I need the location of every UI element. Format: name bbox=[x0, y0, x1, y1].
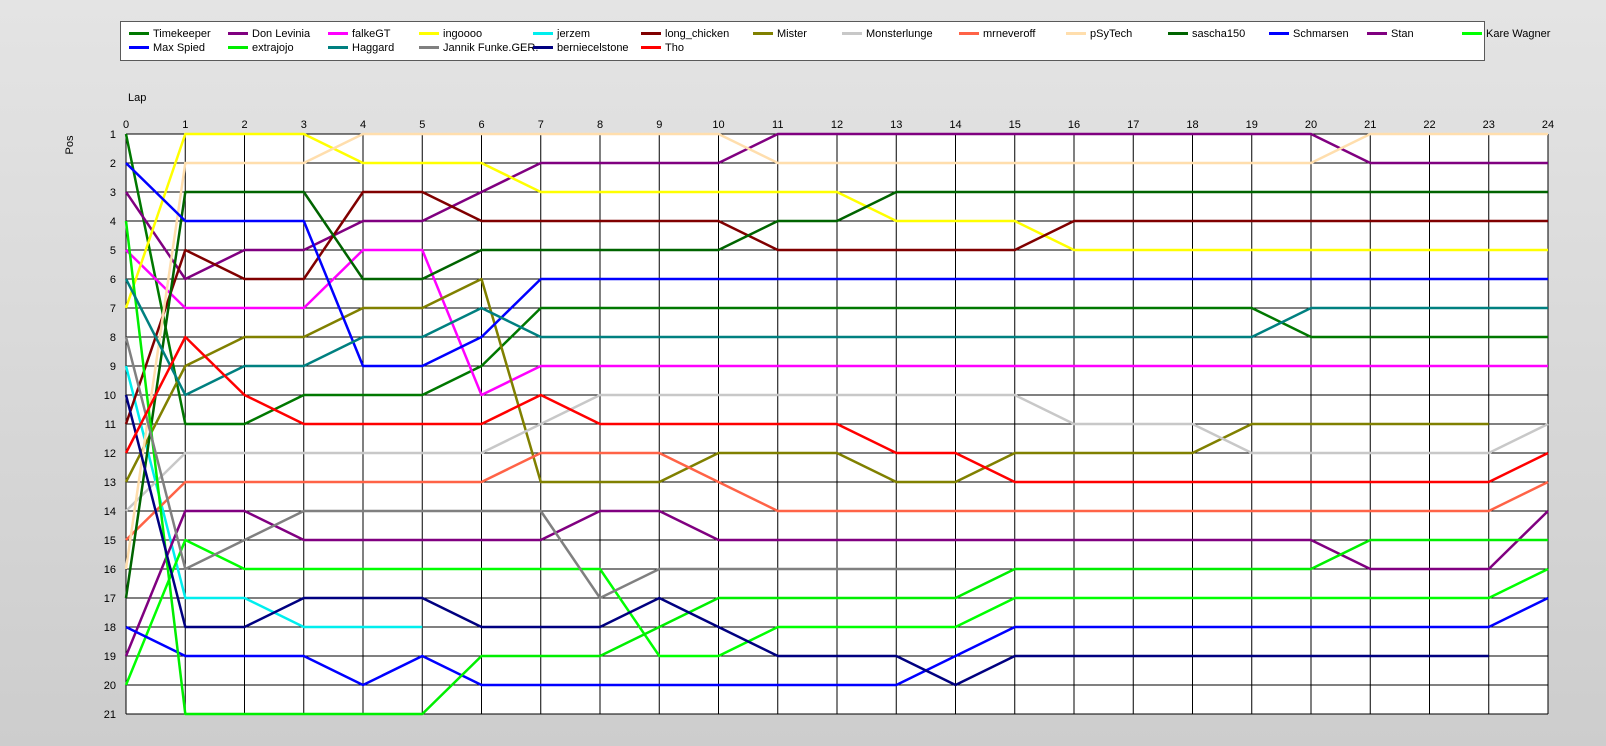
x-tick-label: 7 bbox=[538, 119, 544, 131]
x-tick-label: 18 bbox=[1186, 119, 1198, 131]
x-tick-label: 16 bbox=[1068, 119, 1080, 131]
y-tick-label: 1 bbox=[110, 129, 116, 141]
x-tick-label: 2 bbox=[241, 119, 247, 131]
y-tick-label: 19 bbox=[104, 651, 116, 663]
x-tick-label: 24 bbox=[1542, 119, 1554, 131]
y-tick-label: 13 bbox=[104, 477, 116, 489]
x-tick-label: 10 bbox=[712, 119, 724, 131]
x-tick-label: 22 bbox=[1423, 119, 1435, 131]
x-tick-label: 9 bbox=[656, 119, 662, 131]
y-tick-label: 3 bbox=[110, 187, 116, 199]
x-tick-label: 8 bbox=[597, 119, 603, 131]
y-tick-label: 17 bbox=[104, 593, 116, 605]
y-tick-label: 8 bbox=[110, 332, 116, 344]
x-tick-label: 23 bbox=[1483, 119, 1495, 131]
x-tick-label: 12 bbox=[831, 119, 843, 131]
x-axis-label: Lap bbox=[128, 92, 146, 104]
x-tick-label: 4 bbox=[360, 119, 366, 131]
x-tick-label: 19 bbox=[1246, 119, 1258, 131]
x-tick-label: 20 bbox=[1305, 119, 1317, 131]
x-tick-label: 1 bbox=[182, 119, 188, 131]
y-tick-label: 20 bbox=[104, 680, 116, 692]
y-tick-label: 4 bbox=[110, 216, 116, 228]
y-axis-label: Pos bbox=[64, 135, 76, 154]
x-tick-label: 21 bbox=[1364, 119, 1376, 131]
x-tick-label: 17 bbox=[1127, 119, 1139, 131]
x-tick-label: 14 bbox=[949, 119, 961, 131]
y-tick-label: 14 bbox=[104, 506, 116, 518]
x-tick-label: 11 bbox=[772, 119, 783, 131]
y-tick-label: 12 bbox=[104, 448, 116, 460]
y-tick-label: 10 bbox=[104, 390, 116, 402]
y-tick-label: 16 bbox=[104, 564, 116, 576]
y-tick-label: 21 bbox=[104, 709, 116, 721]
y-tick-label: 6 bbox=[110, 274, 116, 286]
y-tick-label: 2 bbox=[110, 158, 116, 170]
y-tick-label: 11 bbox=[105, 419, 116, 431]
y-tick-label: 7 bbox=[110, 303, 116, 315]
x-tick-label: 15 bbox=[1009, 119, 1021, 131]
x-tick-label: 3 bbox=[301, 119, 307, 131]
chart-area: 0 1 2 3 4 5 6 7 8 9 10 11 12 13 14 15 16 17 18 19 20 21 22 23 24… bbox=[64, 92, 1554, 721]
x-tick-label: 5 bbox=[419, 119, 425, 131]
x-tick-label: 6 bbox=[478, 119, 484, 131]
y-tick-label: 5 bbox=[110, 245, 116, 257]
y-tick-label: 18 bbox=[104, 622, 116, 634]
x-tick-label: 0 bbox=[123, 119, 129, 131]
y-tick-label: 15 bbox=[104, 535, 116, 547]
x-tick-label: 13 bbox=[890, 119, 902, 131]
y-tick-label: 9 bbox=[110, 361, 116, 373]
